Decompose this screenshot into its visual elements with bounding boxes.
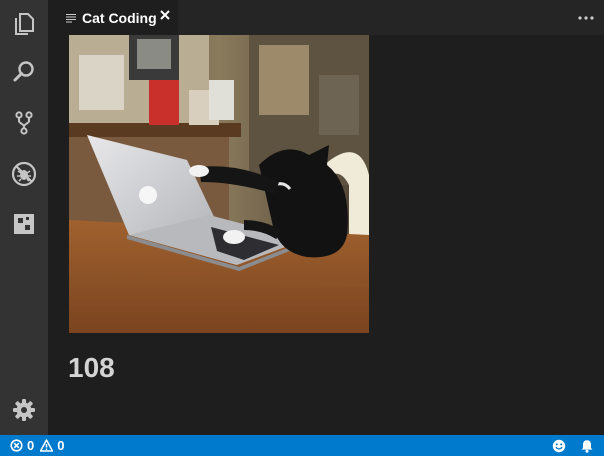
explorer-button[interactable] [0, 0, 48, 48]
cat-typing-image [69, 35, 369, 333]
webview-panel: 108 [48, 35, 604, 435]
status-right [538, 435, 594, 456]
search-button[interactable] [0, 48, 48, 96]
extensions-button[interactable] [0, 200, 48, 248]
activity-bar [0, 0, 48, 435]
lines-of-code-counter: 108 [68, 352, 115, 383]
files-icon [15, 13, 34, 35]
smiley-icon[interactable] [552, 439, 566, 453]
warning-icon [40, 439, 54, 452]
debug-icon [11, 161, 37, 187]
bell-icon[interactable] [580, 439, 594, 453]
debug-button[interactable] [0, 150, 48, 198]
more-actions-icon[interactable] [576, 8, 596, 28]
tab-cat-coding[interactable]: Cat Coding [48, 0, 178, 35]
error-count: 0 [27, 438, 35, 453]
gear-icon [13, 399, 35, 421]
preview-icon [66, 13, 76, 22]
source-control-icon [15, 111, 33, 135]
source-control-button[interactable] [0, 99, 48, 147]
manage-button[interactable] [0, 386, 48, 434]
status-bar: 0 0 [0, 435, 604, 456]
error-icon [10, 439, 23, 452]
search-icon [13, 61, 34, 82]
problems-indicator[interactable]: 0 0 [10, 435, 70, 456]
extensions-icon [14, 214, 34, 234]
warning-count: 0 [57, 438, 65, 453]
close-icon[interactable] [159, 9, 171, 21]
editor-tab-bar: Cat Coding [48, 0, 604, 35]
tab-label: Cat Coding [82, 9, 157, 26]
